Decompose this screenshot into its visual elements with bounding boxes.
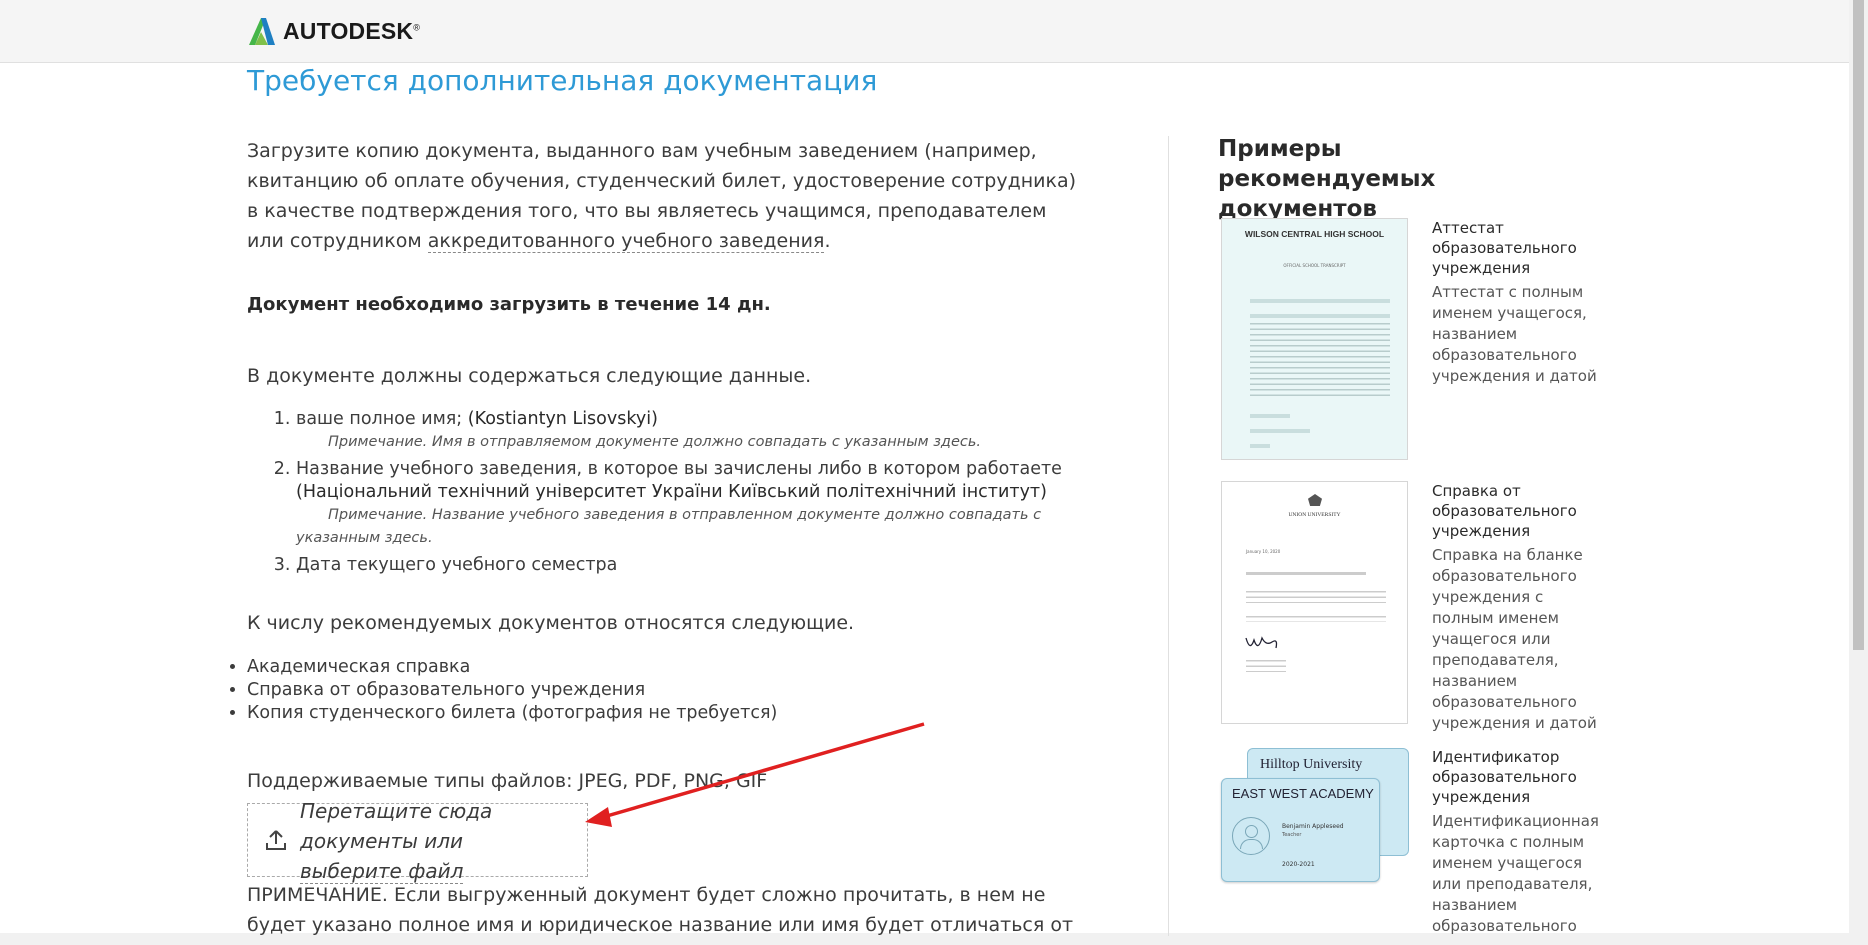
requirements-list: ваше полное имя; (Kostiantyn Lisovskyi) …: [260, 408, 1096, 581]
footnote-text: ПРИМЕЧАНИЕ. Если выгруженный документ бу…: [247, 884, 1074, 936]
logo-wordmark: AUTODESK®: [283, 17, 421, 44]
person-avatar-icon: [1232, 817, 1270, 855]
recommended-docs-heading: К числу рекомендуемых документов относят…: [247, 612, 855, 634]
vertical-scrollbar-thumb[interactable]: [1853, 0, 1864, 650]
upload-icon: [266, 830, 286, 850]
requirement-item-name: ваше полное имя; (Kostiantyn Lisovskyi) …: [296, 408, 1096, 454]
sample-description: Аттестат с полным именем учащегося, назв…: [1432, 283, 1597, 385]
sample-name: Аттестат образовательного учреждения: [1432, 219, 1577, 277]
accredited-institution-link[interactable]: аккредитованного учебного заведения: [427, 230, 825, 253]
sample-name: Справка от образовательного учреждения: [1432, 482, 1577, 540]
recommended-docs-list: Академическая справка Справка от образов…: [226, 656, 777, 725]
requirement-note: Примечание. Название учебного заведения …: [296, 507, 1042, 546]
sample-id-card: Hilltop University EAST WEST ACADEMY Ben…: [1221, 746, 1409, 882]
signature-icon: [1245, 636, 1278, 649]
deadline-text: Документ необходимо загрузить в течение …: [247, 294, 771, 315]
letter-image: UNION UNIVERSITY January 10, 2020: [1221, 481, 1408, 724]
sample-id-card-info: Идентификатор образовательного учреждени…: [1432, 747, 1607, 937]
requirement-item-institution: Название учебного заведения, в которое в…: [296, 458, 1096, 550]
list-item: Справка от образовательного учреждения: [247, 679, 777, 702]
requirement-value: (Національний технічний університет Укра…: [296, 482, 1047, 502]
sample-description: Справка на бланке образовательного учреж…: [1432, 546, 1597, 732]
sample-description: Идентификационная карточка с полным имен…: [1432, 812, 1599, 935]
page-title: Требуется дополнительная документация: [247, 64, 878, 97]
sample-letter: UNION UNIVERSITY January 10, 2020: [1221, 481, 1408, 724]
sample-name: Идентификатор образовательного учреждени…: [1432, 748, 1577, 806]
requirement-note: Примечание. Имя в отправляемом документе…: [328, 434, 982, 450]
sample-letter-info: Справка от образовательного учреждения С…: [1432, 481, 1607, 734]
column-divider: [1168, 136, 1169, 936]
transcript-image: WILSON CENTRAL HIGH SCHOOL OFFICIAL SCHO…: [1221, 218, 1408, 460]
file-dropzone[interactable]: Перетащите сюда документы или выберите ф…: [247, 799, 588, 884]
autodesk-logo-icon: [249, 18, 275, 45]
sidebar-title: Примеры рекомендуемых документов: [1218, 136, 1436, 222]
dropzone-text: Перетащите сюда документы или выберите ф…: [300, 799, 493, 884]
sample-transcript-info: Аттестат образовательного учреждения Атт…: [1432, 218, 1607, 387]
intro-text: Загрузите копию документа, выданного вам…: [247, 140, 1077, 253]
list-item: Академическая справка: [247, 656, 777, 679]
required-data-heading: В документе должны содержаться следующие…: [247, 365, 812, 387]
requirement-value: (Kostiantyn Lisovskyi): [467, 409, 658, 429]
requirement-item-date: Дата текущего учебного семестра: [296, 554, 1096, 577]
file-types-text: Поддерживаемые типы файлов: JPEG, PDF, P…: [247, 770, 768, 792]
top-bar: AUTODESK®: [0, 0, 1849, 63]
list-item: Копия студенческого билета (фотография н…: [247, 702, 777, 725]
sample-transcript: WILSON CENTRAL HIGH SCHOOL OFFICIAL SCHO…: [1221, 218, 1408, 460]
university-crest-icon: [1308, 494, 1322, 506]
autodesk-logo[interactable]: AUTODESK®: [247, 16, 420, 46]
front-id-card: EAST WEST ACADEMY Benjamin Appleseed Tea…: [1221, 778, 1380, 882]
